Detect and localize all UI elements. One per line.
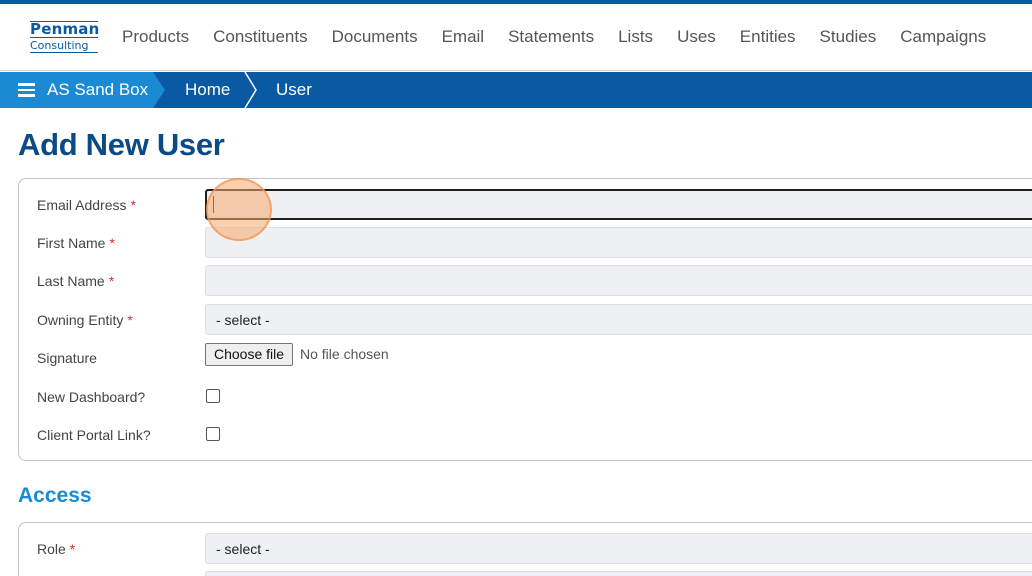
nav-item-email[interactable]: Email xyxy=(430,26,497,48)
nav-item-constituents[interactable]: Constituents xyxy=(201,26,320,48)
breadcrumb-item-user[interactable]: User xyxy=(276,80,312,100)
owning-entity-selected: - select - xyxy=(216,312,270,328)
client-portal-checkbox[interactable] xyxy=(206,427,220,441)
logo-rule xyxy=(30,52,98,53)
last-name-field[interactable] xyxy=(205,265,1032,296)
file-status-text: No file chosen xyxy=(300,346,389,362)
access-section-title: Access xyxy=(18,484,92,507)
role-label-text: Role xyxy=(37,541,66,557)
email-label-text: Email Address xyxy=(37,197,127,213)
required-marker: * xyxy=(130,197,136,213)
top-navbar: Penman Consulting Products Constituents … xyxy=(0,4,1032,71)
required-marker: * xyxy=(109,235,115,251)
email-field[interactable] xyxy=(205,189,1032,220)
nav-item-uses[interactable]: Uses xyxy=(665,26,728,48)
breadcrumb-root-label: AS Sand Box xyxy=(47,80,149,99)
user-details-panel: Email Address * First Name * Last Name * Ow… xyxy=(18,178,1032,461)
main-nav: Products Constituents Documents Email St… xyxy=(110,26,998,48)
nav-item-lists[interactable]: Lists xyxy=(606,26,665,48)
email-label: Email Address * xyxy=(37,196,136,214)
nav-item-campaigns[interactable]: Campaigns xyxy=(888,26,998,48)
first-name-field[interactable] xyxy=(205,227,1032,258)
choose-file-button[interactable]: Choose file xyxy=(205,343,294,366)
breadcrumb-root[interactable]: AS Sand Box xyxy=(0,72,165,108)
owning-entity-label: Owning Entity * xyxy=(37,311,133,329)
chevron-right-icon xyxy=(244,72,257,108)
penman-consulting-logo[interactable]: Penman Consulting xyxy=(30,20,100,55)
first-name-label: First Name * xyxy=(37,234,115,252)
access-panel: Role * - select - xyxy=(18,522,1032,576)
new-dashboard-label: New Dashboard? xyxy=(37,389,146,405)
nav-item-studies[interactable]: Studies xyxy=(808,26,889,48)
logo-line1: Penman xyxy=(30,20,100,38)
breadcrumb-item-home[interactable]: Home xyxy=(185,80,230,100)
required-marker: * xyxy=(127,312,133,328)
last-name-label: Last Name * xyxy=(37,272,114,290)
logo-rule xyxy=(30,21,98,22)
nav-item-statements[interactable]: Statements xyxy=(496,26,606,48)
signature-label: Signature xyxy=(37,350,97,366)
required-marker: * xyxy=(69,541,76,557)
client-portal-label: Client Portal Link? xyxy=(37,427,151,443)
owning-entity-select[interactable]: - select - xyxy=(205,304,1032,335)
logo-line2: Consulting xyxy=(30,39,89,52)
click-indicator xyxy=(206,178,272,241)
hamburger-icon[interactable] xyxy=(18,83,35,97)
logo-rule xyxy=(30,37,98,38)
next-field[interactable] xyxy=(205,571,1032,576)
role-select[interactable]: - select - xyxy=(205,533,1032,564)
role-selected: - select - xyxy=(216,541,270,557)
owning-entity-label-text: Owning Entity xyxy=(37,312,124,328)
nav-item-entities[interactable]: Entities xyxy=(728,26,808,48)
first-name-label-text: First Name xyxy=(37,235,106,251)
page-title: Add New User xyxy=(18,127,225,162)
nav-item-products[interactable]: Products xyxy=(110,26,201,48)
role-label: Role * xyxy=(37,540,75,558)
required-marker: * xyxy=(108,273,115,289)
breadcrumb: AS Sand Box Home User xyxy=(0,72,1032,108)
nav-item-documents[interactable]: Documents xyxy=(320,26,430,48)
last-name-label-text: Last Name xyxy=(37,273,105,289)
new-dashboard-checkbox[interactable] xyxy=(206,389,220,403)
